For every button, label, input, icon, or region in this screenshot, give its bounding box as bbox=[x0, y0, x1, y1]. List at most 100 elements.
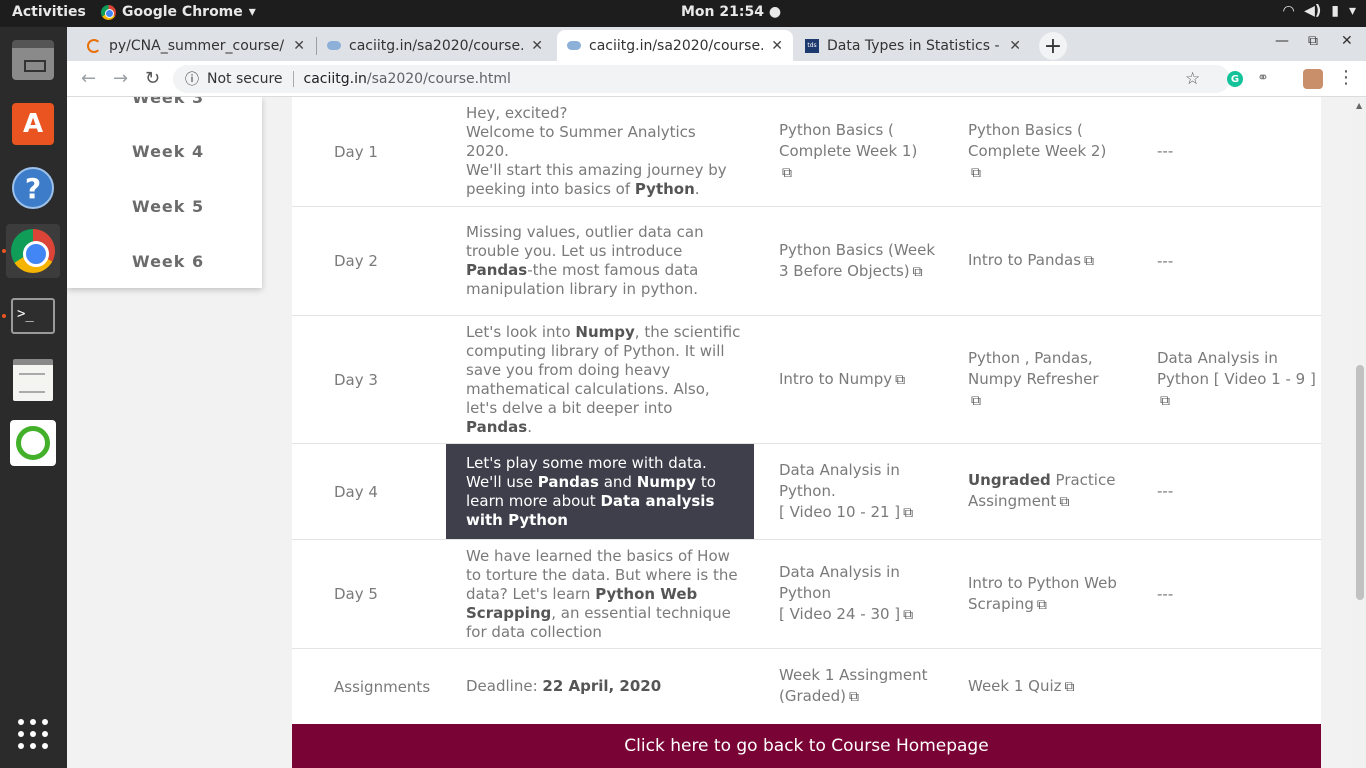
desc-highlight: Pandas bbox=[466, 417, 528, 436]
external-link-icon: ⧉ bbox=[1036, 596, 1047, 613]
close-icon[interactable]: ✕ bbox=[531, 38, 543, 54]
maximize-button[interactable]: ⧉ bbox=[1308, 33, 1318, 49]
table-row-assignments: Assignments Deadline: 22 April, 2020 Wee… bbox=[292, 649, 1321, 724]
resource-link[interactable]: Intro to Numpy ⧉ bbox=[779, 316, 949, 443]
scroll-up-icon[interactable]: ▲ bbox=[1356, 101, 1362, 110]
day-description: Missing values, outlier data can trouble… bbox=[446, 207, 754, 315]
resource-link[interactable]: Data Analysis in Python [ Video 1 - 9 ] ⧉ bbox=[1157, 316, 1317, 443]
forward-arrow-icon[interactable]: → bbox=[113, 68, 128, 89]
link-text: [ Video 24 - 30 ] bbox=[779, 605, 901, 623]
close-icon[interactable]: ✕ bbox=[771, 38, 783, 54]
resource-link[interactable]: Python , Pandas, Numpy Refresher ⧉ bbox=[968, 316, 1138, 443]
desc-highlight: Python bbox=[634, 180, 695, 198]
external-link-icon: ⧉ bbox=[903, 504, 914, 521]
tab-3-active[interactable]: caciitg.in/sa2020/course.h ✕ bbox=[557, 30, 793, 61]
resource-link[interactable]: Data Analysis in Python. [ Video 10 - 21 … bbox=[779, 444, 949, 539]
tab-1[interactable]: py/CNA_summer_course/ ✕ bbox=[77, 30, 315, 61]
table-row: Day 3 Let's look into Numpy, the scienti… bbox=[292, 316, 1321, 444]
profile-avatar[interactable] bbox=[1303, 69, 1323, 89]
battery-icon: ▮ bbox=[1331, 3, 1339, 19]
link-text: Python Basics ( Complete Week 1) bbox=[779, 120, 918, 160]
toolbar: ← → ↻ ⓘ Not secure caciitg.in/sa2020/cou… bbox=[67, 61, 1366, 97]
dock-chrome[interactable] bbox=[6, 224, 60, 278]
resource-link[interactable]: Intro to Pandas ⧉ bbox=[968, 207, 1138, 315]
reload-icon[interactable]: ↻ bbox=[145, 68, 160, 89]
new-tab-button[interactable]: + bbox=[1039, 32, 1067, 60]
info-icon[interactable]: ⓘ bbox=[185, 69, 199, 89]
tab-2[interactable]: caciitg.in/sa2020/course.h ✕ bbox=[317, 30, 553, 61]
volume-icon: ◀) bbox=[1304, 3, 1322, 19]
page-viewport: Week 3 Week 4 Week 5 Week 6 Day 1 Hey, e… bbox=[67, 97, 1353, 768]
page-scrollbar[interactable]: ▲ bbox=[1353, 97, 1366, 768]
resource-placeholder: --- bbox=[1157, 251, 1174, 270]
desc-text: Let's look into bbox=[466, 322, 576, 341]
button-label: Click here to go back to Course Homepage bbox=[624, 736, 989, 756]
link-text: Python Basics ( Complete Week 2) bbox=[968, 120, 1107, 160]
tab-4[interactable]: tds Data Types in Statistics - T ✕ bbox=[795, 30, 1031, 61]
dock-software[interactable]: A bbox=[6, 97, 60, 151]
chevron-down-icon: ▾ bbox=[1348, 3, 1356, 19]
resource-placeholder: --- bbox=[1157, 142, 1174, 160]
system-tray[interactable]: ◠ ◀) ▮ ▾ bbox=[1283, 3, 1356, 19]
external-link-icon: ⧉ bbox=[971, 392, 981, 409]
day-label: Day 1 bbox=[334, 142, 378, 161]
resource-link[interactable]: Python Basics ( Complete Week 2) ⧉ bbox=[968, 97, 1138, 206]
bookmark-star-icon[interactable]: ☆ bbox=[1185, 69, 1200, 89]
tab-title: caciitg.in/sa2020/course.h bbox=[589, 37, 764, 54]
chrome-menu-icon[interactable]: ⋮ bbox=[1337, 67, 1355, 88]
show-applications[interactable] bbox=[6, 707, 60, 761]
day-description: Hey, excited? Welcome to Summer Analytics… bbox=[446, 97, 754, 206]
back-to-homepage-button[interactable]: Click here to go back to Course Homepage bbox=[292, 724, 1321, 768]
app-menu[interactable]: Google Chrome ▾ bbox=[101, 4, 256, 20]
resource-placeholder: --- bbox=[1157, 584, 1174, 603]
external-link-icon: ⧉ bbox=[848, 689, 859, 705]
dock-help[interactable]: ? bbox=[6, 161, 60, 215]
url-path: /sa2020/course.html bbox=[366, 71, 511, 87]
desc-text: Missing values, outlier data can trouble… bbox=[466, 223, 704, 260]
tab-title: Data Types in Statistics - T bbox=[827, 37, 1002, 54]
security-label: Not secure bbox=[207, 71, 283, 87]
external-link-icon: ⧉ bbox=[1064, 678, 1075, 695]
week-link-4[interactable]: Week 4 bbox=[132, 142, 204, 161]
link-text: Python Basics (Week 3 Before Objects) bbox=[779, 240, 936, 280]
dock-terminal[interactable]: >_ bbox=[6, 289, 60, 343]
scrollbar-thumb[interactable] bbox=[1356, 365, 1364, 600]
dock-text-editor[interactable] bbox=[6, 353, 60, 407]
week-link-5[interactable]: Week 5 bbox=[132, 197, 204, 216]
desc-highlight: Numpy bbox=[575, 322, 635, 341]
resource-link[interactable]: Week 1 Quiz ⧉ bbox=[968, 649, 1138, 724]
system-top-bar: Activities Google Chrome ▾ Mon 21:54 ● ◠… bbox=[0, 0, 1366, 27]
resource-link[interactable]: Python Basics ( Complete Week 1) ⧉ bbox=[779, 97, 949, 206]
resource-link[interactable]: Ungraded Practice Assingment ⧉ bbox=[968, 444, 1138, 539]
link-text: Week 1 Quiz bbox=[968, 676, 1062, 695]
deadline-date: 22 April, 2020 bbox=[542, 677, 662, 695]
week-link-3[interactable]: Week 3 bbox=[132, 97, 204, 107]
resource-link[interactable]: Python Basics (Week 3 Before Objects) ⧉ bbox=[779, 207, 949, 315]
day-label: Day 5 bbox=[334, 585, 378, 603]
dock-files[interactable] bbox=[6, 33, 60, 87]
close-icon[interactable]: ✕ bbox=[293, 38, 305, 54]
deadline: Deadline: 22 April, 2020 bbox=[446, 649, 754, 724]
activities-button[interactable]: Activities bbox=[12, 4, 86, 20]
incognito-extension-icon[interactable]: ⚭ bbox=[1257, 70, 1269, 86]
address-bar[interactable]: ⓘ Not secure caciitg.in/sa2020/course.ht… bbox=[173, 65, 1230, 93]
close-window-button[interactable]: ✕ bbox=[1341, 33, 1353, 49]
dock-anaconda[interactable] bbox=[6, 416, 60, 470]
app-grid-icon bbox=[18, 719, 48, 749]
back-arrow-icon[interactable]: ← bbox=[81, 68, 96, 89]
link-text: Data Analysis in Python. bbox=[779, 460, 900, 500]
clock[interactable]: Mon 21:54 ● bbox=[681, 4, 781, 20]
software-store-icon: A bbox=[12, 103, 54, 145]
dock: A ? >_ bbox=[0, 27, 67, 768]
week-link-6[interactable]: Week 6 bbox=[132, 252, 204, 271]
link-text-bold: Ungraded bbox=[968, 471, 1051, 489]
resource-link[interactable]: Intro to Python Web Scraping ⧉ bbox=[968, 540, 1138, 648]
table-row: Day 2 Missing values, outlier data can t… bbox=[292, 207, 1321, 316]
close-icon[interactable]: ✕ bbox=[1009, 38, 1021, 54]
grammarly-icon[interactable]: G bbox=[1227, 71, 1243, 87]
chrome-icon bbox=[101, 4, 116, 20]
minimize-button[interactable]: — bbox=[1275, 33, 1289, 49]
resource-link[interactable]: Week 1 Assingment (Graded) ⧉ bbox=[779, 649, 949, 724]
resource-link[interactable]: Data Analysis in Python [ Video 24 - 30 ]… bbox=[779, 540, 949, 648]
tab-strip: py/CNA_summer_course/ ✕ caciitg.in/sa202… bbox=[67, 27, 1366, 61]
